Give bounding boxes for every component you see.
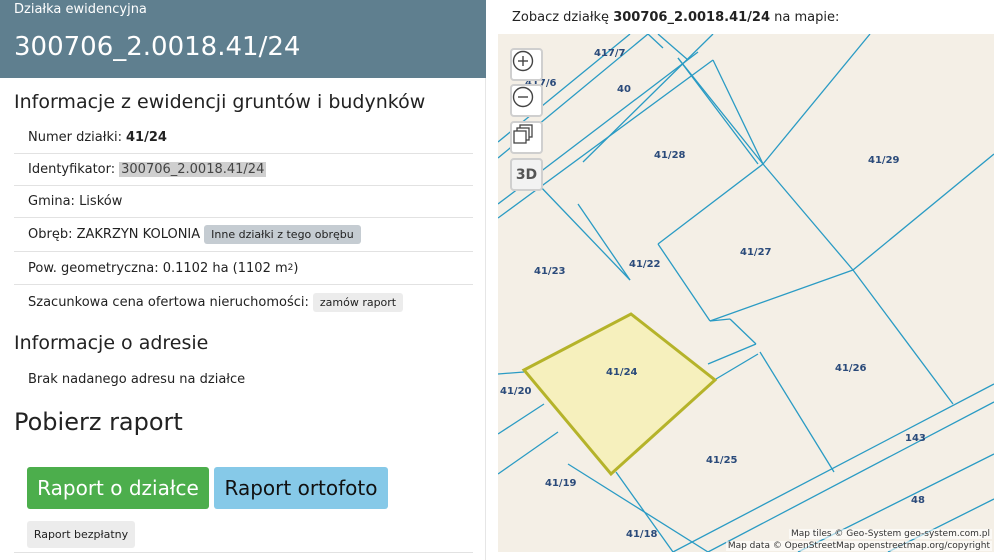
parcel-line bbox=[498, 431, 559, 475]
parcel-label-40: 40 bbox=[617, 84, 631, 95]
parcel-label-41-28: 41/28 bbox=[654, 150, 686, 161]
parcel-number-value: 41/24 bbox=[125, 130, 167, 145]
orthophoto-report-button[interactable]: Raport ortofoto bbox=[214, 467, 388, 509]
map-attribution-data[interactable]: Map data © OpenStreetMap openstreetmap.o… bbox=[725, 541, 992, 551]
report-title: Pobierz raport bbox=[14, 408, 183, 436]
parcel-label-41-26: 41/26 bbox=[835, 363, 867, 374]
parcel-number-label: Numer działki: bbox=[28, 130, 122, 145]
identifier-label: Identyfikator: bbox=[28, 162, 116, 177]
parcel-label-41-23: 41/23 bbox=[534, 266, 566, 277]
parcel-line bbox=[852, 269, 954, 405]
parcel-line bbox=[498, 371, 525, 375]
layers-icon bbox=[513, 124, 533, 144]
gmina-text: Gmina: Lisków bbox=[28, 194, 123, 209]
road-line bbox=[672, 383, 994, 552]
parcel-label-41-25: 41/25 bbox=[706, 455, 738, 466]
parcel-line bbox=[762, 34, 871, 165]
parcel-line bbox=[707, 343, 757, 365]
parcel-label-143: 143 bbox=[905, 433, 926, 444]
parcel-line bbox=[852, 153, 994, 271]
page-title: 300706_2.0018.41/24 bbox=[14, 32, 301, 62]
map-attribution-tiles[interactable]: Map tiles © Geo-System geo-system.com.pl bbox=[788, 529, 992, 539]
address-text: Brak nadanego adresu na działce bbox=[28, 372, 246, 387]
map-caption-id: 300706_2.0018.41/24 bbox=[613, 10, 771, 25]
parcel-line bbox=[657, 163, 764, 245]
parcel-label-41-19: 41/19 bbox=[545, 478, 577, 489]
parcel-line bbox=[657, 243, 711, 322]
panel-header: Działka ewidencyjna 300706_2.0018.41/24 bbox=[0, 0, 486, 78]
section-title-registry: Informacje z ewidencji gruntów i budynkó… bbox=[14, 91, 426, 113]
row-area: Pow. geometryczna: 0.1102 ha (1102 m 2) bbox=[14, 252, 473, 285]
other-parcels-button[interactable]: Inne działki z tego obrębu bbox=[204, 225, 361, 244]
row-parcel-number: Numer działki: 41/24 bbox=[14, 122, 473, 154]
row-gmina: Gmina: Lisków bbox=[14, 186, 473, 218]
area-text: Pow. geometryczna: 0.1102 ha (1102 m bbox=[28, 260, 288, 276]
parcel-line bbox=[615, 471, 674, 552]
parcel-label-41-24: 41/24 bbox=[606, 367, 638, 378]
map-caption-suffix: na mapie: bbox=[770, 10, 840, 25]
divider bbox=[14, 552, 473, 553]
header-label: Działka ewidencyjna bbox=[14, 2, 147, 17]
parcel-line bbox=[729, 318, 757, 345]
identifier-value[interactable]: 300706_2.0018.41/24 bbox=[119, 162, 267, 177]
parcel-boundaries bbox=[498, 34, 994, 552]
row-obreb: Obręb: ZAKRZYN KOLONIA Inne działki z te… bbox=[14, 218, 473, 252]
plus-circle-icon bbox=[512, 50, 534, 72]
price-label: Szacunkowa cena ofertowa nieruchomości: bbox=[28, 294, 309, 310]
section-title-address: Informacje o adresie bbox=[14, 332, 209, 354]
layers-button[interactable] bbox=[510, 121, 543, 154]
free-report-button[interactable]: Raport bezpłatny bbox=[27, 521, 135, 548]
parcel-line bbox=[759, 351, 835, 473]
parcel-info-panel: Działka ewidencyjna 300706_2.0018.41/24 … bbox=[0, 0, 486, 560]
parcel-line bbox=[709, 269, 854, 322]
parcel-label-48: 48 bbox=[911, 495, 925, 506]
obreb-text: Obręb: ZAKRZYN KOLONIA bbox=[28, 227, 201, 242]
parcel-line bbox=[762, 163, 854, 271]
parcel-label-41-29: 41/29 bbox=[868, 155, 900, 166]
zoom-out-button[interactable] bbox=[510, 84, 543, 117]
row-price: Szacunkowa cena ofertowa nieruchomości: … bbox=[14, 285, 473, 319]
order-report-button[interactable]: zamów raport bbox=[312, 292, 404, 312]
zoom-in-button[interactable] bbox=[510, 48, 543, 81]
row-identifier: Identyfikator: 300706_2.0018.41/24 bbox=[14, 154, 473, 186]
parcel-line bbox=[677, 57, 764, 165]
area-text-close: ) bbox=[293, 260, 299, 276]
parcel-line bbox=[577, 203, 631, 281]
map-caption: Zobacz działkę 300706_2.0018.41/24 na ma… bbox=[512, 10, 839, 25]
parcel-label-41-18: 41/18 bbox=[626, 529, 658, 540]
parcel-report-button[interactable]: Raport o działce bbox=[27, 467, 209, 509]
3d-button[interactable]: 3D bbox=[510, 158, 543, 191]
parcel-line bbox=[498, 403, 545, 435]
parcel-label-41-27: 41/27 bbox=[740, 247, 772, 258]
map-canvas[interactable]: 417/7 417/6 40 41/28 41/29 41/27 41/22 4… bbox=[498, 34, 994, 552]
parcel-label-41-20: 41/20 bbox=[500, 386, 532, 397]
parcel-map[interactable]: 417/7 417/6 40 41/28 41/29 41/27 41/22 4… bbox=[498, 34, 994, 552]
map-caption-prefix: Zobacz działkę bbox=[512, 10, 614, 25]
parcel-label-41-22: 41/22 bbox=[629, 259, 661, 270]
parcel-label-417-7: 417/7 bbox=[594, 48, 626, 59]
minus-circle-icon bbox=[512, 86, 534, 108]
highlighted-parcel[interactable] bbox=[521, 312, 718, 477]
